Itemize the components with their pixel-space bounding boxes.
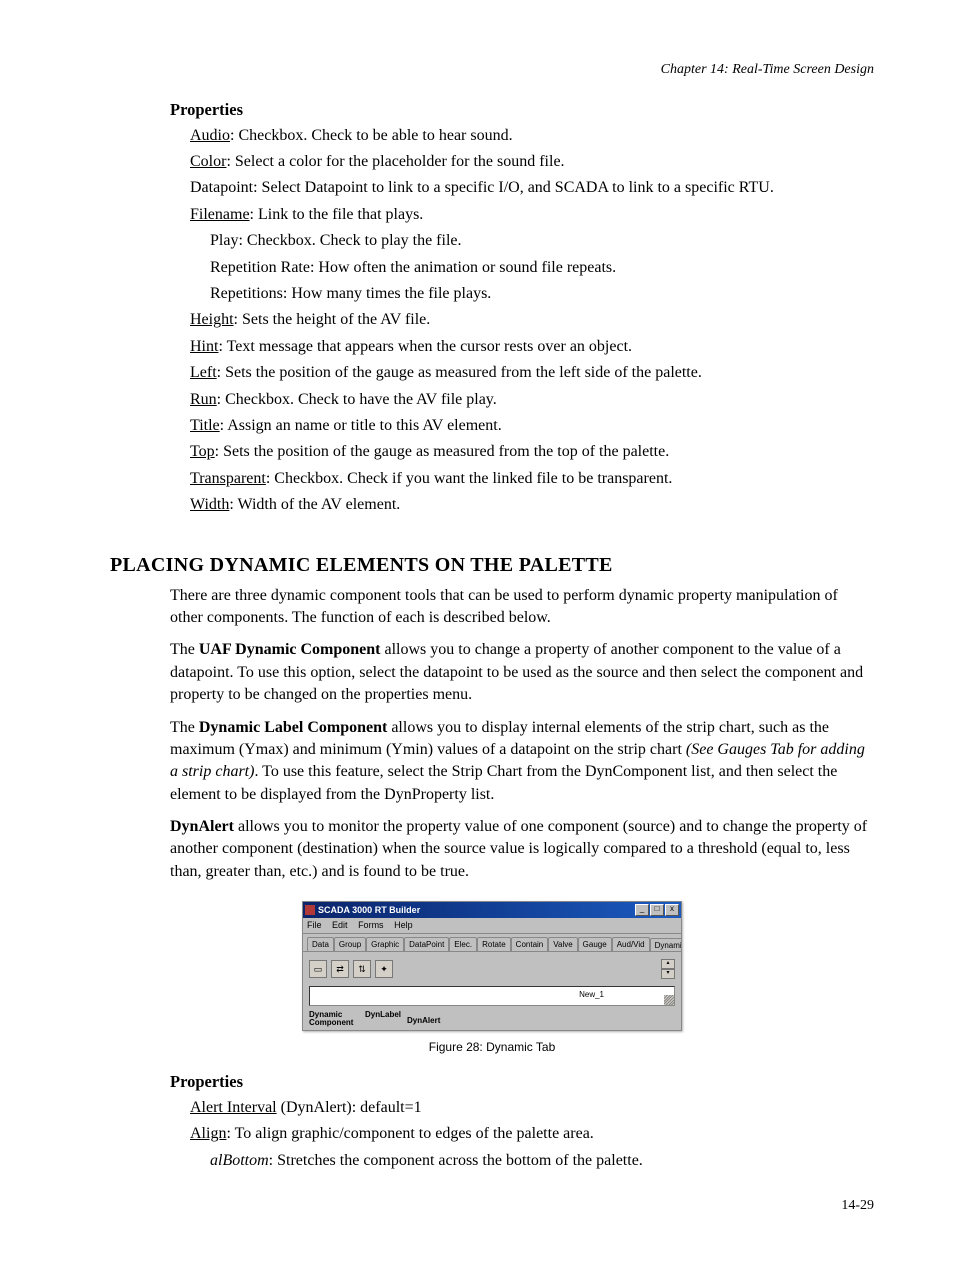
tool-labels-row: Dynamic Component DynLabel DynAlert [303, 1010, 681, 1030]
dyn-component-icon[interactable]: ⇄ [331, 960, 349, 978]
prop-title: Title: Assign an name or title to this A… [190, 415, 874, 437]
spinner[interactable]: ▴ ▾ [661, 959, 675, 979]
tab-graphic[interactable]: Graphic [366, 937, 404, 951]
tab-dynamic[interactable]: Dynamic [650, 938, 681, 952]
prop-height: Height: Sets the height of the AV file. [190, 309, 874, 331]
maximize-icon[interactable]: □ [650, 904, 664, 916]
tab-valve[interactable]: Valve [548, 937, 577, 951]
grid-area: New_1 [309, 986, 675, 1006]
menubar[interactable]: File Edit Forms Help [303, 918, 681, 934]
figure-caption: Figure 28: Dynamic Tab [110, 1039, 874, 1056]
tab-datapoint[interactable]: DataPoint [404, 937, 449, 951]
dyn-label-icon[interactable]: ⇅ [353, 960, 371, 978]
resize-grip-icon[interactable] [664, 995, 674, 1005]
section-para-4: DynAlert allows you to monitor the prope… [170, 816, 874, 883]
properties-heading-1: Properties [170, 98, 874, 121]
section-para-2: The UAF Dynamic Component allows you to … [170, 639, 874, 706]
minimize-icon[interactable]: _ [635, 904, 649, 916]
section-para-3: The Dynamic Label Component allows you t… [170, 717, 874, 807]
prop-albottom: alBottom: Stretches the component across… [210, 1150, 874, 1172]
prop-filename-reprate: Repetition Rate: How often the animation… [210, 257, 874, 279]
menu-file[interactable]: File [307, 920, 322, 930]
app-window: SCADA 3000 RT Builder _ □ x File Edit Fo… [302, 901, 682, 1031]
prop-color: Color: Select a color for the placeholde… [190, 151, 874, 173]
section-title: PLACING DYNAMIC ELEMENTS ON THE PALETTE [110, 551, 874, 579]
figure-dynamic-tab: SCADA 3000 RT Builder _ □ x File Edit Fo… [302, 901, 682, 1031]
prop-align: Align: To align graphic/component to edg… [190, 1123, 874, 1145]
menu-edit[interactable]: Edit [332, 920, 348, 930]
prop-run: Run: Checkbox. Check to have the AV file… [190, 389, 874, 411]
dyn-alert-icon[interactable]: ✦ [375, 960, 393, 978]
menu-forms[interactable]: Forms [358, 920, 384, 930]
window-title: SCADA 3000 RT Builder [318, 904, 635, 917]
pointer-icon[interactable]: ▭ [309, 960, 327, 978]
prop-left: Left: Sets the position of the gauge as … [190, 362, 874, 384]
tab-contain[interactable]: Contain [511, 937, 549, 951]
prop-filename-reps: Repetitions: How many times the file pla… [210, 283, 874, 305]
label-dynlabel: DynLabel [365, 1011, 401, 1027]
spinner-down-icon[interactable]: ▾ [661, 969, 675, 979]
app-icon [305, 905, 315, 915]
close-icon[interactable]: x [665, 904, 679, 916]
prop-transparent: Transparent: Checkbox. Check if you want… [190, 468, 874, 490]
menu-help[interactable]: Help [394, 920, 413, 930]
tab-rotate[interactable]: Rotate [477, 937, 511, 951]
prop-alert-interval: Alert Interval (DynAlert): default=1 [190, 1097, 874, 1119]
tab-audvid[interactable]: Aud/Vid [612, 937, 650, 951]
label-dynamic-component: Dynamic Component [309, 1011, 359, 1027]
tab-gauge[interactable]: Gauge [578, 937, 612, 951]
tab-row: Data Group Graphic DataPoint Elec. Rotat… [303, 934, 681, 952]
prop-top: Top: Sets the position of the gauge as m… [190, 441, 874, 463]
properties-heading-2: Properties [170, 1070, 874, 1093]
prop-width: Width: Width of the AV element. [190, 494, 874, 516]
tab-elec[interactable]: Elec. [449, 937, 477, 951]
section-para-1: There are three dynamic component tools … [170, 585, 874, 630]
page-number: 14-29 [110, 1196, 874, 1216]
chapter-header: Chapter 14: Real-Time Screen Design [110, 60, 874, 80]
tab-group[interactable]: Group [334, 937, 366, 951]
prop-audio: Audio: Checkbox. Check to be able to hea… [190, 125, 874, 147]
prop-hint: Hint: Text message that appears when the… [190, 336, 874, 358]
prop-datapoint: Datapoint: Select Datapoint to link to a… [190, 177, 874, 199]
tool-strip: ▭ ⇄ ⇅ ✦ ▴ ▾ [303, 952, 681, 986]
titlebar: SCADA 3000 RT Builder _ □ x [303, 902, 681, 918]
tab-data[interactable]: Data [307, 937, 334, 951]
grid-item-label: New_1 [579, 989, 604, 1000]
label-dynalert: DynAlert [407, 1011, 440, 1027]
spinner-up-icon[interactable]: ▴ [661, 959, 675, 969]
prop-filename-play: Play: Checkbox. Check to play the file. [210, 230, 874, 252]
prop-filename: Filename: Link to the file that plays. [190, 204, 874, 226]
